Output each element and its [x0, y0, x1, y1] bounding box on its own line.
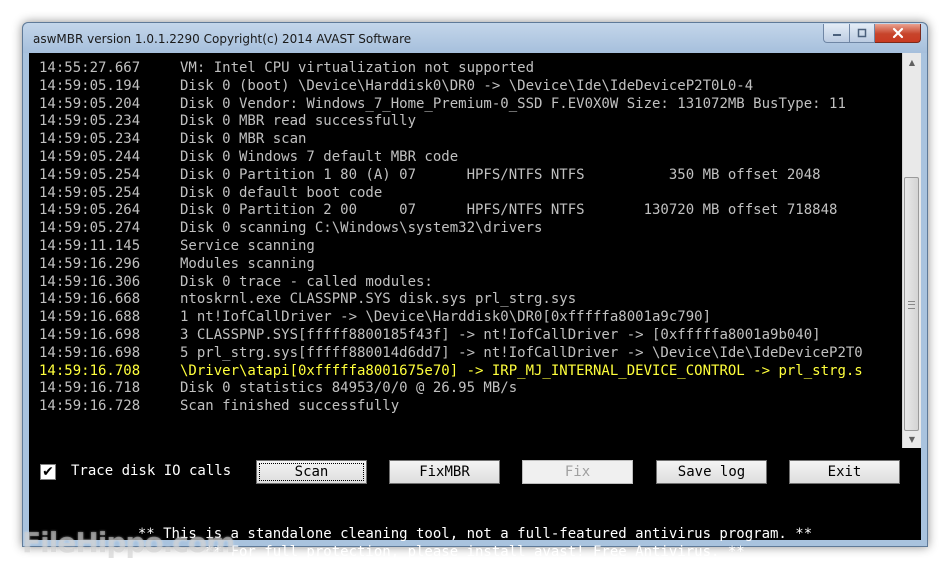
- log-message: Disk 0 Vendor: Windows_7_Home_Premium-0_…: [180, 95, 846, 112]
- checkmark-icon: ✔: [42, 464, 54, 480]
- log-line: 14:59:16.306 Disk 0 trace - called module…: [39, 274, 902, 292]
- log-message: Disk 0 MBR scan: [180, 131, 307, 148]
- log-line: 14:59:05.194 Disk 0 (boot) \Device\Harddi…: [39, 78, 902, 96]
- log-line: 14:59:05.244 Disk 0 Windows 7 default MBR…: [39, 149, 902, 167]
- fixmbr-button[interactable]: FixMBR: [389, 460, 500, 484]
- log-timestamp: 14:59:11.145: [39, 237, 141, 254]
- watermark: FileHippo.com: [22, 526, 235, 559]
- log-timestamp: 14:59:16.718: [39, 380, 141, 397]
- log-message: Disk 0 trace - called modules:: [180, 273, 433, 290]
- log-console[interactable]: 14:55:27.667 VM: Intel CPU virtualization…: [29, 53, 902, 448]
- log-message: Disk 0 Partition 1 80 (A) 07 HPFS/NTFS N…: [180, 166, 821, 183]
- log-line: 14:59:05.204 Disk 0 Vendor: Windows_7_Hom…: [39, 96, 902, 114]
- log-line: 14:59:05.234 Disk 0 MBR read successfully: [39, 113, 902, 131]
- save-log-button[interactable]: Save log: [656, 460, 767, 484]
- log-message: Modules scanning: [180, 255, 315, 272]
- window-controls: [823, 24, 921, 44]
- log-message: 1 nt!IofCallDriver -> \Device\Harddisk0\…: [180, 309, 712, 326]
- log-line: 14:59:16.688 1 nt!IofCallDriver -> \Devic…: [39, 309, 902, 327]
- trace-disk-io-checkbox[interactable]: ✔: [40, 464, 56, 480]
- log-line: 14:59:05.234 Disk 0 MBR scan: [39, 131, 902, 149]
- exit-button[interactable]: Exit: [789, 460, 900, 484]
- log-message: Disk 0 scanning C:\Windows\system32\driv…: [180, 220, 543, 237]
- log-line: 14:59:16.698 3 CLASSPNP.SYS[fffff8800185f…: [39, 327, 902, 345]
- minimize-button[interactable]: [823, 24, 849, 43]
- scan-button[interactable]: Scan: [256, 460, 367, 484]
- log-timestamp: 14:59:05.204: [39, 95, 141, 112]
- log-message: ntoskrnl.exe CLASSPNP.SYS disk.sys prl_s…: [180, 291, 577, 308]
- log-timestamp: 14:59:05.254: [39, 184, 141, 201]
- close-button[interactable]: [875, 24, 921, 43]
- log-line: 14:59:16.708 \Driver\atapi[0xfffffa800167…: [39, 363, 902, 381]
- log-timestamp: 14:59:05.274: [39, 220, 141, 237]
- log-line: 14:59:11.145 Service scanning: [39, 238, 902, 256]
- log-message: Scan finished successfully: [180, 398, 400, 415]
- log-timestamp: 14:59:05.234: [39, 131, 141, 148]
- log-line: 14:59:05.254 Disk 0 Partition 1 80 (A) 07…: [39, 167, 902, 185]
- log-timestamp: 14:59:16.668: [39, 291, 141, 308]
- minimize-icon: [832, 34, 841, 36]
- log-message: Service scanning: [180, 237, 315, 254]
- log-message: 3 CLASSPNP.SYS[fffff8800185f43f] -> nt!I…: [180, 326, 821, 343]
- log-timestamp: 14:59:05.244: [39, 148, 141, 165]
- log-message: Disk 0 Windows 7 default MBR code: [180, 148, 459, 165]
- close-icon: [892, 27, 903, 39]
- log-timestamp: 14:55:27.667: [39, 60, 141, 76]
- log-line: 14:59:05.264 Disk 0 Partition 2 00 07 HPF…: [39, 202, 902, 220]
- log-message: Disk 0 Partition 2 00 07 HPFS/NTFS NTFS …: [180, 202, 838, 219]
- client-area: 14:55:27.667 VM: Intel CPU virtualization…: [29, 53, 921, 560]
- log-message: 5 prl_strg.sys[fffff880014d6dd7] -> nt!I…: [180, 344, 863, 361]
- title-bar[interactable]: aswMBR version 1.0.1.2290 Copyright(c) 2…: [23, 23, 927, 53]
- scroll-up-icon[interactable]: ▲: [903, 53, 921, 71]
- log-message: Disk 0 default boot code: [180, 184, 383, 201]
- log-line: 14:59:16.698 5 prl_strg.sys[fffff880014d6…: [39, 345, 902, 363]
- log-line: 14:59:05.274 Disk 0 scanning C:\Windows\s…: [39, 220, 902, 238]
- log-timestamp: 14:59:16.708: [39, 362, 141, 379]
- log-timestamp: 14:59:16.306: [39, 273, 141, 290]
- log-timestamp: 14:59:05.234: [39, 113, 141, 130]
- scroll-thumb[interactable]: [904, 177, 919, 431]
- maximize-button[interactable]: [849, 24, 875, 43]
- window-title: aswMBR version 1.0.1.2290 Copyright(c) 2…: [33, 32, 412, 46]
- log-timestamp: 14:59:16.688: [39, 309, 141, 326]
- log-message: Disk 0 statistics 84953/0/0 @ 26.95 MB/s: [180, 380, 518, 397]
- log-timestamp: 14:59:05.254: [39, 166, 141, 183]
- log-line: 14:59:16.728 Scan finished successfully: [39, 398, 902, 416]
- log-message: Disk 0 MBR read successfully: [180, 113, 417, 130]
- log-message: \Driver\atapi[0xfffffa8001675e70] -> IRP…: [180, 362, 863, 379]
- log-timestamp: 14:59:16.698: [39, 344, 141, 361]
- log-line: 14:59:05.254 Disk 0 default boot code: [39, 185, 902, 203]
- log-message: Disk 0 (boot) \Device\Harddisk0\DR0 -> \…: [180, 77, 754, 94]
- log-message: VM: Intel CPU virtualization not support…: [180, 60, 535, 76]
- log-timestamp: 14:59:16.728: [39, 398, 141, 415]
- log-timestamp: 14:59:16.698: [39, 326, 141, 343]
- fix-button[interactable]: Fix: [522, 460, 633, 484]
- log-line: 14:55:27.667 VM: Intel CPU virtualization…: [39, 60, 902, 78]
- log-line: 14:59:16.296 Modules scanning: [39, 256, 902, 274]
- log-line: 14:59:16.718 Disk 0 statistics 84953/0/0 …: [39, 380, 902, 398]
- log-timestamp: 14:59:05.264: [39, 202, 141, 219]
- log-line: 14:59:16.668 ntoskrnl.exe CLASSPNP.SYS di…: [39, 291, 902, 309]
- scroll-down-icon[interactable]: ▼: [903, 430, 921, 448]
- app-window: aswMBR version 1.0.1.2290 Copyright(c) 2…: [22, 22, 928, 560]
- log-timestamp: 14:59:05.194: [39, 77, 141, 94]
- maximize-icon: [857, 28, 867, 38]
- grip-icon: [908, 301, 915, 309]
- vertical-scrollbar[interactable]: ▲ ▼: [902, 53, 921, 448]
- log-timestamp: 14:59:16.296: [39, 255, 141, 272]
- trace-disk-io-label[interactable]: Trace disk IO calls: [71, 463, 231, 479]
